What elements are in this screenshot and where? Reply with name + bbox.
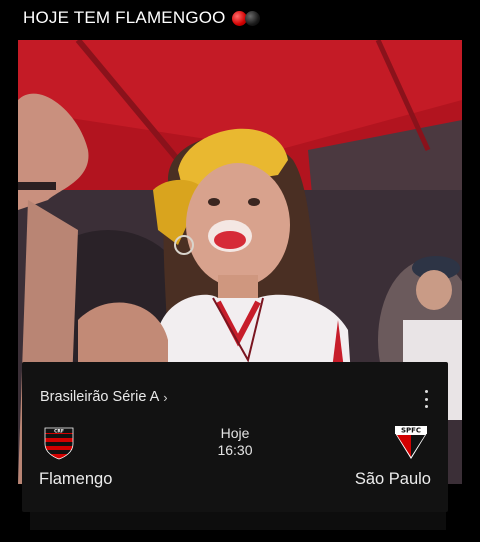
home-team-name[interactable]: Flamengo: [39, 470, 112, 489]
away-team-name[interactable]: São Paulo: [355, 470, 431, 489]
competition-label: Brasileirão Série A: [40, 389, 160, 405]
more-options-icon[interactable]: [422, 390, 430, 408]
post-header: HOJE TEM FLAMENGOO: [0, 0, 480, 36]
emoji-balls: [231, 10, 260, 26]
post-title: HOJE TEM FLAMENGOO: [23, 8, 226, 27]
match-day: Hoje: [220, 425, 250, 441]
match-time: Hoje 16:30: [22, 425, 448, 459]
black-circle-icon: [244, 10, 260, 26]
competition-link[interactable]: Brasileirão Série A ›: [40, 389, 168, 405]
card-shadow-bar: [30, 512, 446, 530]
sao-paulo-crest-text: SPFC: [401, 427, 421, 435]
match-hour: 16:30: [217, 442, 253, 458]
chevron-right-icon: ›: [163, 389, 168, 405]
match-card[interactable]: Brasileirão Série A › CRF Hoje 16:30 SPF…: [22, 362, 448, 512]
sao-paulo-crest-icon: SPFC: [394, 425, 428, 461]
